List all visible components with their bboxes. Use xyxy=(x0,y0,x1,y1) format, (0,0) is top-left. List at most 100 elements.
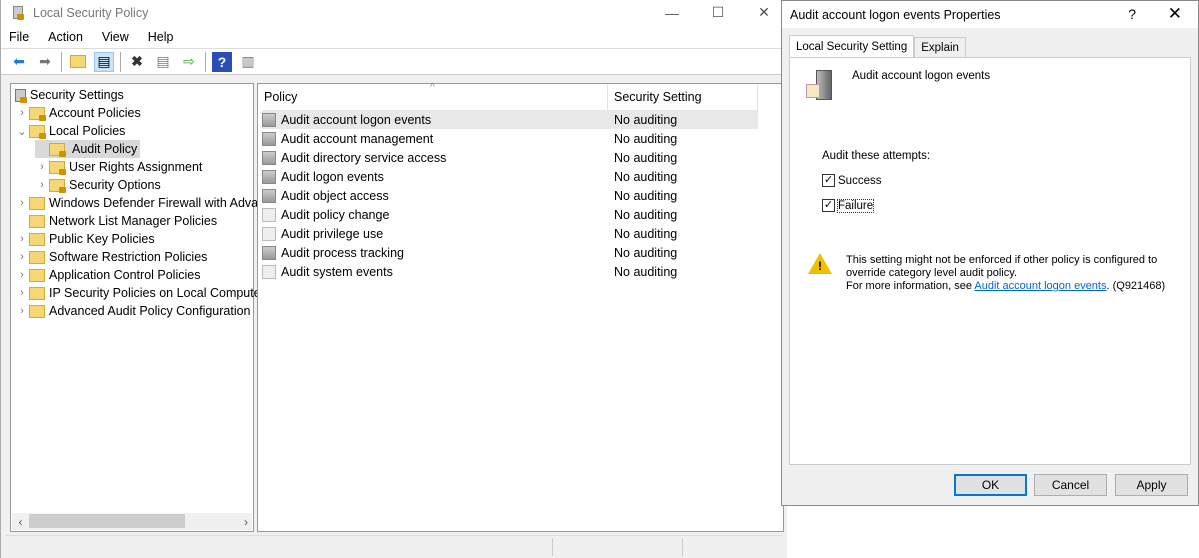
folder-icon xyxy=(29,232,45,246)
close-button[interactable]: ✕ xyxy=(1168,4,1182,24)
local-security-policy-window: Local Security Policy — ☐ ✕ File Action … xyxy=(0,0,787,558)
tree-item[interactable]: ⌄ Local Policies xyxy=(15,122,125,140)
properties-icon[interactable]: ▤ xyxy=(153,52,173,72)
tab-explain[interactable]: Explain xyxy=(914,37,966,57)
horizontal-scrollbar[interactable]: ‹ › xyxy=(12,513,252,530)
tree-item[interactable]: › Public Key Policies xyxy=(15,230,154,248)
help-button[interactable]: ? xyxy=(1128,6,1136,22)
tree-item[interactable]: › Application Control Policies xyxy=(15,266,200,284)
warning-text: This setting might not be enforced if ot… xyxy=(846,254,1186,293)
scroll-right-icon[interactable]: › xyxy=(244,515,248,529)
help-icon[interactable]: ? xyxy=(212,51,232,72)
tree-item-label: IP Security Policies on Local Compute xyxy=(49,286,261,300)
tree-item[interactable]: › Software Restriction Policies xyxy=(15,248,207,266)
column-header-security-setting[interactable]: Security Setting xyxy=(608,84,758,110)
back-icon[interactable]: ⬅ xyxy=(9,52,29,72)
folder-icon xyxy=(29,196,45,210)
expand-chevron-icon[interactable]: ⌄ xyxy=(15,125,29,138)
expand-chevron-icon[interactable]: › xyxy=(35,179,49,191)
policy-name: Audit process tracking xyxy=(281,245,404,260)
title-bar: Local Security Policy — ☐ ✕ xyxy=(1,0,787,25)
column-label: Policy xyxy=(264,90,298,104)
divider xyxy=(205,51,206,72)
table-row[interactable]: Audit logon events No auditing xyxy=(262,167,758,186)
divider xyxy=(61,51,62,72)
tree-item[interactable]: › Account Policies xyxy=(15,104,141,122)
security-setting: No auditing xyxy=(614,245,678,260)
success-checkbox[interactable]: ✓ Success xyxy=(822,174,881,187)
expand-chevron-icon[interactable]: › xyxy=(15,107,29,119)
tree-item[interactable]: Security Settings xyxy=(15,86,124,104)
folder-icon xyxy=(49,178,66,193)
table-row[interactable]: Audit directory service access No auditin… xyxy=(262,148,758,167)
checkbox-label: Success xyxy=(838,174,882,187)
expand-chevron-icon[interactable]: › xyxy=(15,233,29,245)
tree-item[interactable]: › Security Options xyxy=(35,176,161,194)
column-header-policy[interactable]: Policy ^ xyxy=(258,82,608,110)
expand-chevron-icon[interactable]: › xyxy=(15,287,29,299)
warning-line: This setting might not be enforced if ot… xyxy=(846,254,1158,266)
checkbox-checked-icon: ✓ xyxy=(822,199,835,212)
folder-icon xyxy=(29,214,45,228)
table-row[interactable]: Audit privilege use No auditing xyxy=(262,224,758,243)
menu-action[interactable]: Action xyxy=(48,30,83,44)
show-action-pane-icon[interactable]: ▥ xyxy=(238,52,258,72)
export-list-icon[interactable]: ⇨ xyxy=(179,52,199,72)
table-row[interactable]: Audit account management No auditing xyxy=(262,129,758,148)
attempts-label: Audit these attempts: xyxy=(822,150,931,162)
policy-name: Audit account management xyxy=(281,131,434,146)
window-title: Local Security Policy xyxy=(33,5,149,20)
dialog-title-bar: Audit account logon events Properties ? … xyxy=(782,1,1198,28)
policy-icon xyxy=(262,150,276,165)
tree-item[interactable]: Network List Manager Policies xyxy=(15,212,217,230)
expand-chevron-icon[interactable]: › xyxy=(15,251,29,263)
apply-button[interactable]: Apply xyxy=(1115,474,1188,496)
table-row[interactable]: Audit account logon events No auditing xyxy=(262,110,758,129)
properties-dialog: Audit account logon events Properties ? … xyxy=(781,0,1199,506)
security-setting: No auditing xyxy=(614,264,678,279)
policy-icon xyxy=(262,245,276,260)
up-folder-icon[interactable] xyxy=(68,52,88,72)
scroll-left-icon[interactable]: ‹ xyxy=(12,515,29,529)
table-row[interactable]: Audit policy change No auditing xyxy=(262,205,758,224)
folder-icon xyxy=(49,142,66,157)
delete-icon[interactable]: ✖ xyxy=(127,52,147,72)
maximize-button[interactable]: ☐ xyxy=(695,0,741,25)
menu-help[interactable]: Help xyxy=(148,30,174,44)
policy-name: Audit logon events xyxy=(281,169,384,184)
table-row[interactable]: Audit system events No auditing xyxy=(262,262,758,281)
tab-local-security-setting[interactable]: Local Security Setting xyxy=(789,35,915,57)
security-setting: No auditing xyxy=(614,226,678,241)
tree-item-label: Security Settings xyxy=(30,88,124,102)
expand-chevron-icon[interactable]: › xyxy=(15,305,29,317)
minimize-button[interactable]: — xyxy=(649,0,695,25)
table-row[interactable]: Audit object access No auditing xyxy=(262,186,758,205)
tree-item-label: User Rights Assignment xyxy=(69,160,203,174)
show-hide-tree-icon[interactable]: ▤ xyxy=(94,51,114,72)
menu-view[interactable]: View xyxy=(102,30,129,44)
tree-item[interactable]: › Windows Defender Firewall with Adva xyxy=(15,194,258,212)
tree-item[interactable]: › User Rights Assignment xyxy=(35,158,202,176)
forward-icon[interactable]: ➡ xyxy=(35,52,55,72)
menu-file[interactable]: File xyxy=(9,30,29,44)
expand-chevron-icon[interactable]: › xyxy=(15,197,29,209)
security-setting: No auditing xyxy=(614,169,678,184)
more-info-link[interactable]: Audit account logon events xyxy=(974,280,1106,292)
folder-icon xyxy=(29,250,45,264)
tree-item[interactable]: Audit Policy xyxy=(35,140,141,158)
expand-chevron-icon[interactable]: › xyxy=(35,161,49,173)
policy-name: Audit account logon events xyxy=(281,112,432,127)
scrollbar-thumb[interactable] xyxy=(29,514,185,528)
tree-item[interactable]: › IP Security Policies on Local Compute xyxy=(15,284,261,302)
ok-button[interactable]: OK xyxy=(954,474,1027,496)
folder-icon xyxy=(15,88,27,103)
cancel-button[interactable]: Cancel xyxy=(1034,474,1107,496)
expand-chevron-icon[interactable]: › xyxy=(15,269,29,281)
checkbox-label: Failure xyxy=(836,198,875,213)
policy-icon xyxy=(262,188,276,203)
tree-item-label: Account Policies xyxy=(49,106,141,120)
failure-checkbox[interactable]: ✓ Failure xyxy=(822,198,875,213)
table-row[interactable]: Audit process tracking No auditing xyxy=(262,243,758,262)
tree-item[interactable]: › Advanced Audit Policy Configuration xyxy=(15,302,250,320)
policy-list-pane: Policy ^ Security Setting Audit account l… xyxy=(257,82,784,532)
